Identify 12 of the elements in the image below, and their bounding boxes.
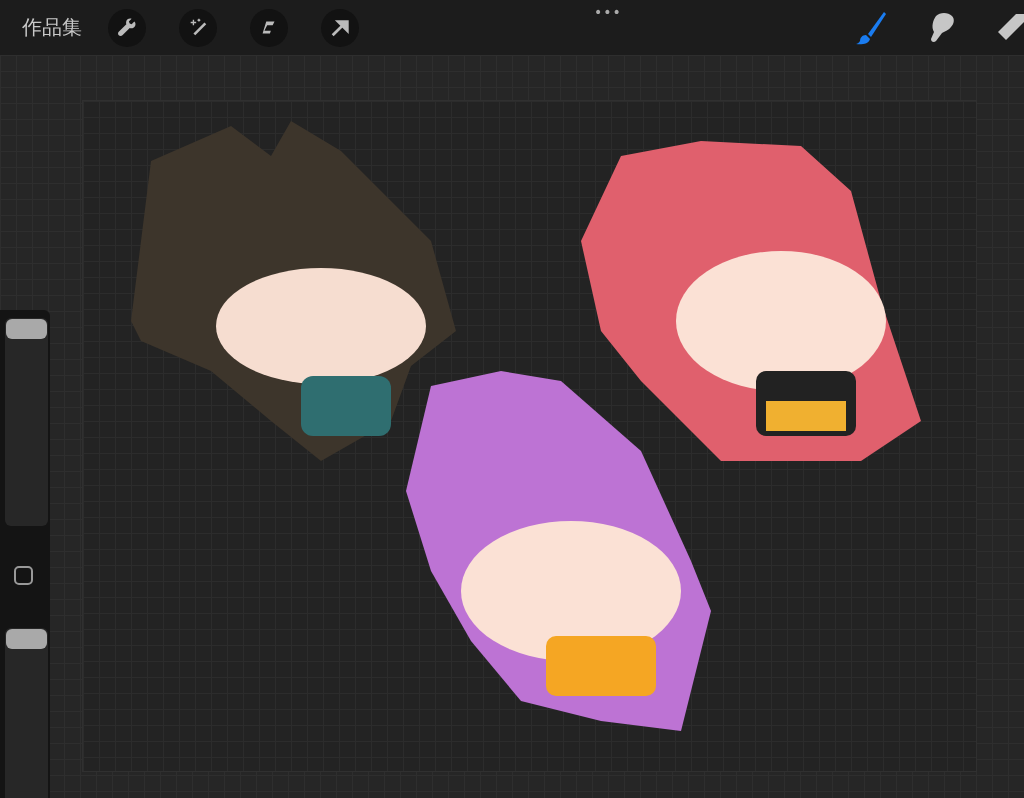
wrench-icon xyxy=(116,16,138,39)
adjustments-button[interactable] xyxy=(179,8,217,47)
slider-thumb[interactable] xyxy=(6,319,47,339)
modify-button[interactable] xyxy=(14,566,33,585)
slider-thumb[interactable] xyxy=(6,629,47,649)
more-handle[interactable]: ••• xyxy=(594,4,622,20)
transform-button[interactable] xyxy=(321,8,359,47)
selection-button[interactable] xyxy=(250,8,288,47)
opacity-slider[interactable] xyxy=(5,628,48,798)
brush-size-slider[interactable] xyxy=(5,318,48,526)
actions-button[interactable] xyxy=(108,8,146,47)
gallery-link[interactable]: 作品集 xyxy=(22,14,82,41)
